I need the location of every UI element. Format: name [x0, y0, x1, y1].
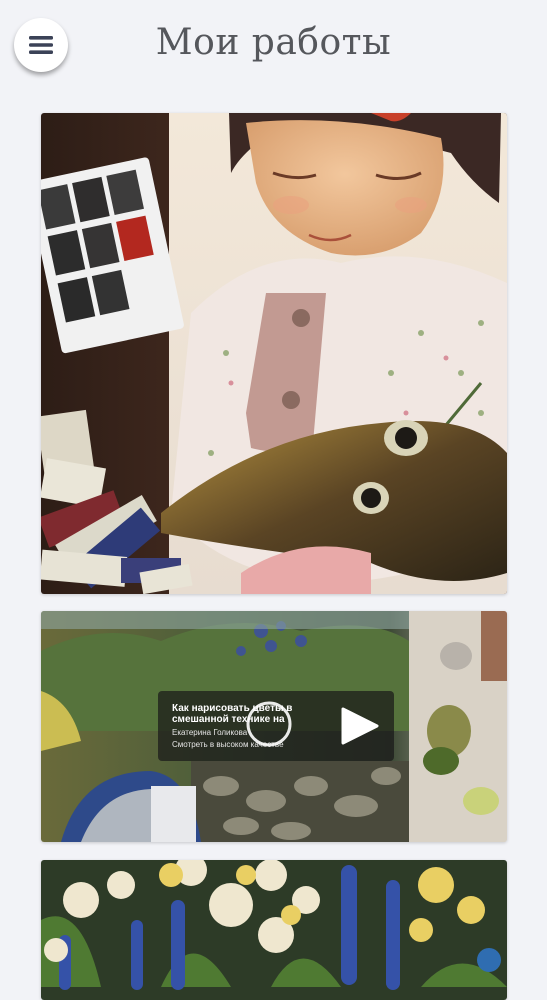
- page-title: Мои работы: [155, 22, 392, 63]
- video-info-overlay[interactable]: Как нарисовать цветы в смешанной технике…: [158, 691, 394, 761]
- gallery-item-painting-flowers[interactable]: [41, 860, 507, 1000]
- painting-image: [41, 860, 507, 1000]
- header: Мои работы: [0, 0, 547, 100]
- loading-ring-icon: [246, 701, 292, 747]
- video-author[interactable]: Екатерина Голикова: [172, 728, 247, 737]
- gallery-item-video[interactable]: Как нарисовать цветы в смешанной технике…: [41, 611, 507, 842]
- play-icon[interactable]: [340, 707, 380, 745]
- gallery-item-painting-girl-with-kitten[interactable]: [41, 113, 507, 594]
- painting-image: [41, 113, 507, 594]
